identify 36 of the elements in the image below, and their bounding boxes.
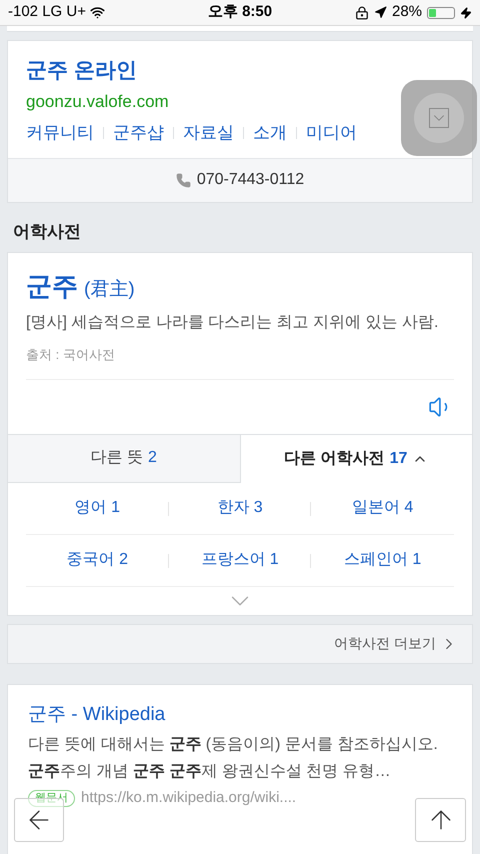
battery-percent: 28%: [392, 2, 422, 22]
result-title[interactable]: 군주 - Wikipedia: [28, 700, 452, 729]
phone-number: 070-7443-0112: [196, 170, 304, 190]
assistive-touch-button[interactable]: [401, 80, 477, 156]
language-link[interactable]: 영어 1: [74, 496, 120, 520]
clock-text: 오후 8:50: [208, 2, 272, 22]
phone-icon: [176, 172, 191, 188]
scroll-top-button[interactable]: [415, 798, 466, 842]
site-link[interactable]: 미디어: [306, 120, 357, 146]
site-link[interactable]: 소개: [253, 120, 287, 146]
language-link[interactable]: 프랑스어 1: [201, 548, 279, 572]
site-link[interactable]: 자료실: [183, 120, 234, 146]
section-title: 어학사전: [12, 220, 82, 242]
language-link[interactable]: 중국어 2: [66, 548, 128, 572]
wifi-icon: [90, 5, 105, 20]
language-link[interactable]: 한자 3: [217, 496, 263, 520]
source-text: 출처 : 국어사전: [26, 345, 454, 380]
carrier-text: -102 LG U+: [8, 2, 86, 22]
site-url: goonzu.valofe.com: [26, 90, 170, 112]
battery-icon: [427, 6, 456, 18]
language-link[interactable]: 스페인어 1: [344, 548, 422, 572]
tab[interactable]: 다른 뜻 2: [8, 434, 240, 482]
more-dictionary-button[interactable]: 어학사전 더보기: [7, 624, 473, 664]
web-document-badge: 웹문서: [28, 790, 75, 807]
language-link[interactable]: 일본어 4: [352, 496, 414, 520]
result-snippet: 다른 뜻에 대해서는 군주 (동음이의) 문서를 참조하십시오. 군주주의 개념 군주 군주제 왕권신수설 천명 유형…: [28, 735, 439, 782]
rotation-lock-icon: [354, 6, 369, 20]
chevron-down-icon: [429, 108, 449, 128]
entry-word[interactable]: 군주: [26, 267, 78, 306]
site-title[interactable]: 군주 온라인: [26, 55, 454, 86]
definition-text: [명사] 세습적으로 나라를 다스리는 최고 지위에 있는 사람.: [26, 313, 440, 333]
site-link[interactable]: 커뮤니티: [26, 120, 94, 146]
site-link[interactable]: 군주샵: [113, 120, 164, 146]
location-icon: [374, 6, 387, 19]
phone-bar[interactable]: 070-7443-0112: [8, 158, 472, 202]
entry-hanja: (君主): [84, 278, 135, 302]
